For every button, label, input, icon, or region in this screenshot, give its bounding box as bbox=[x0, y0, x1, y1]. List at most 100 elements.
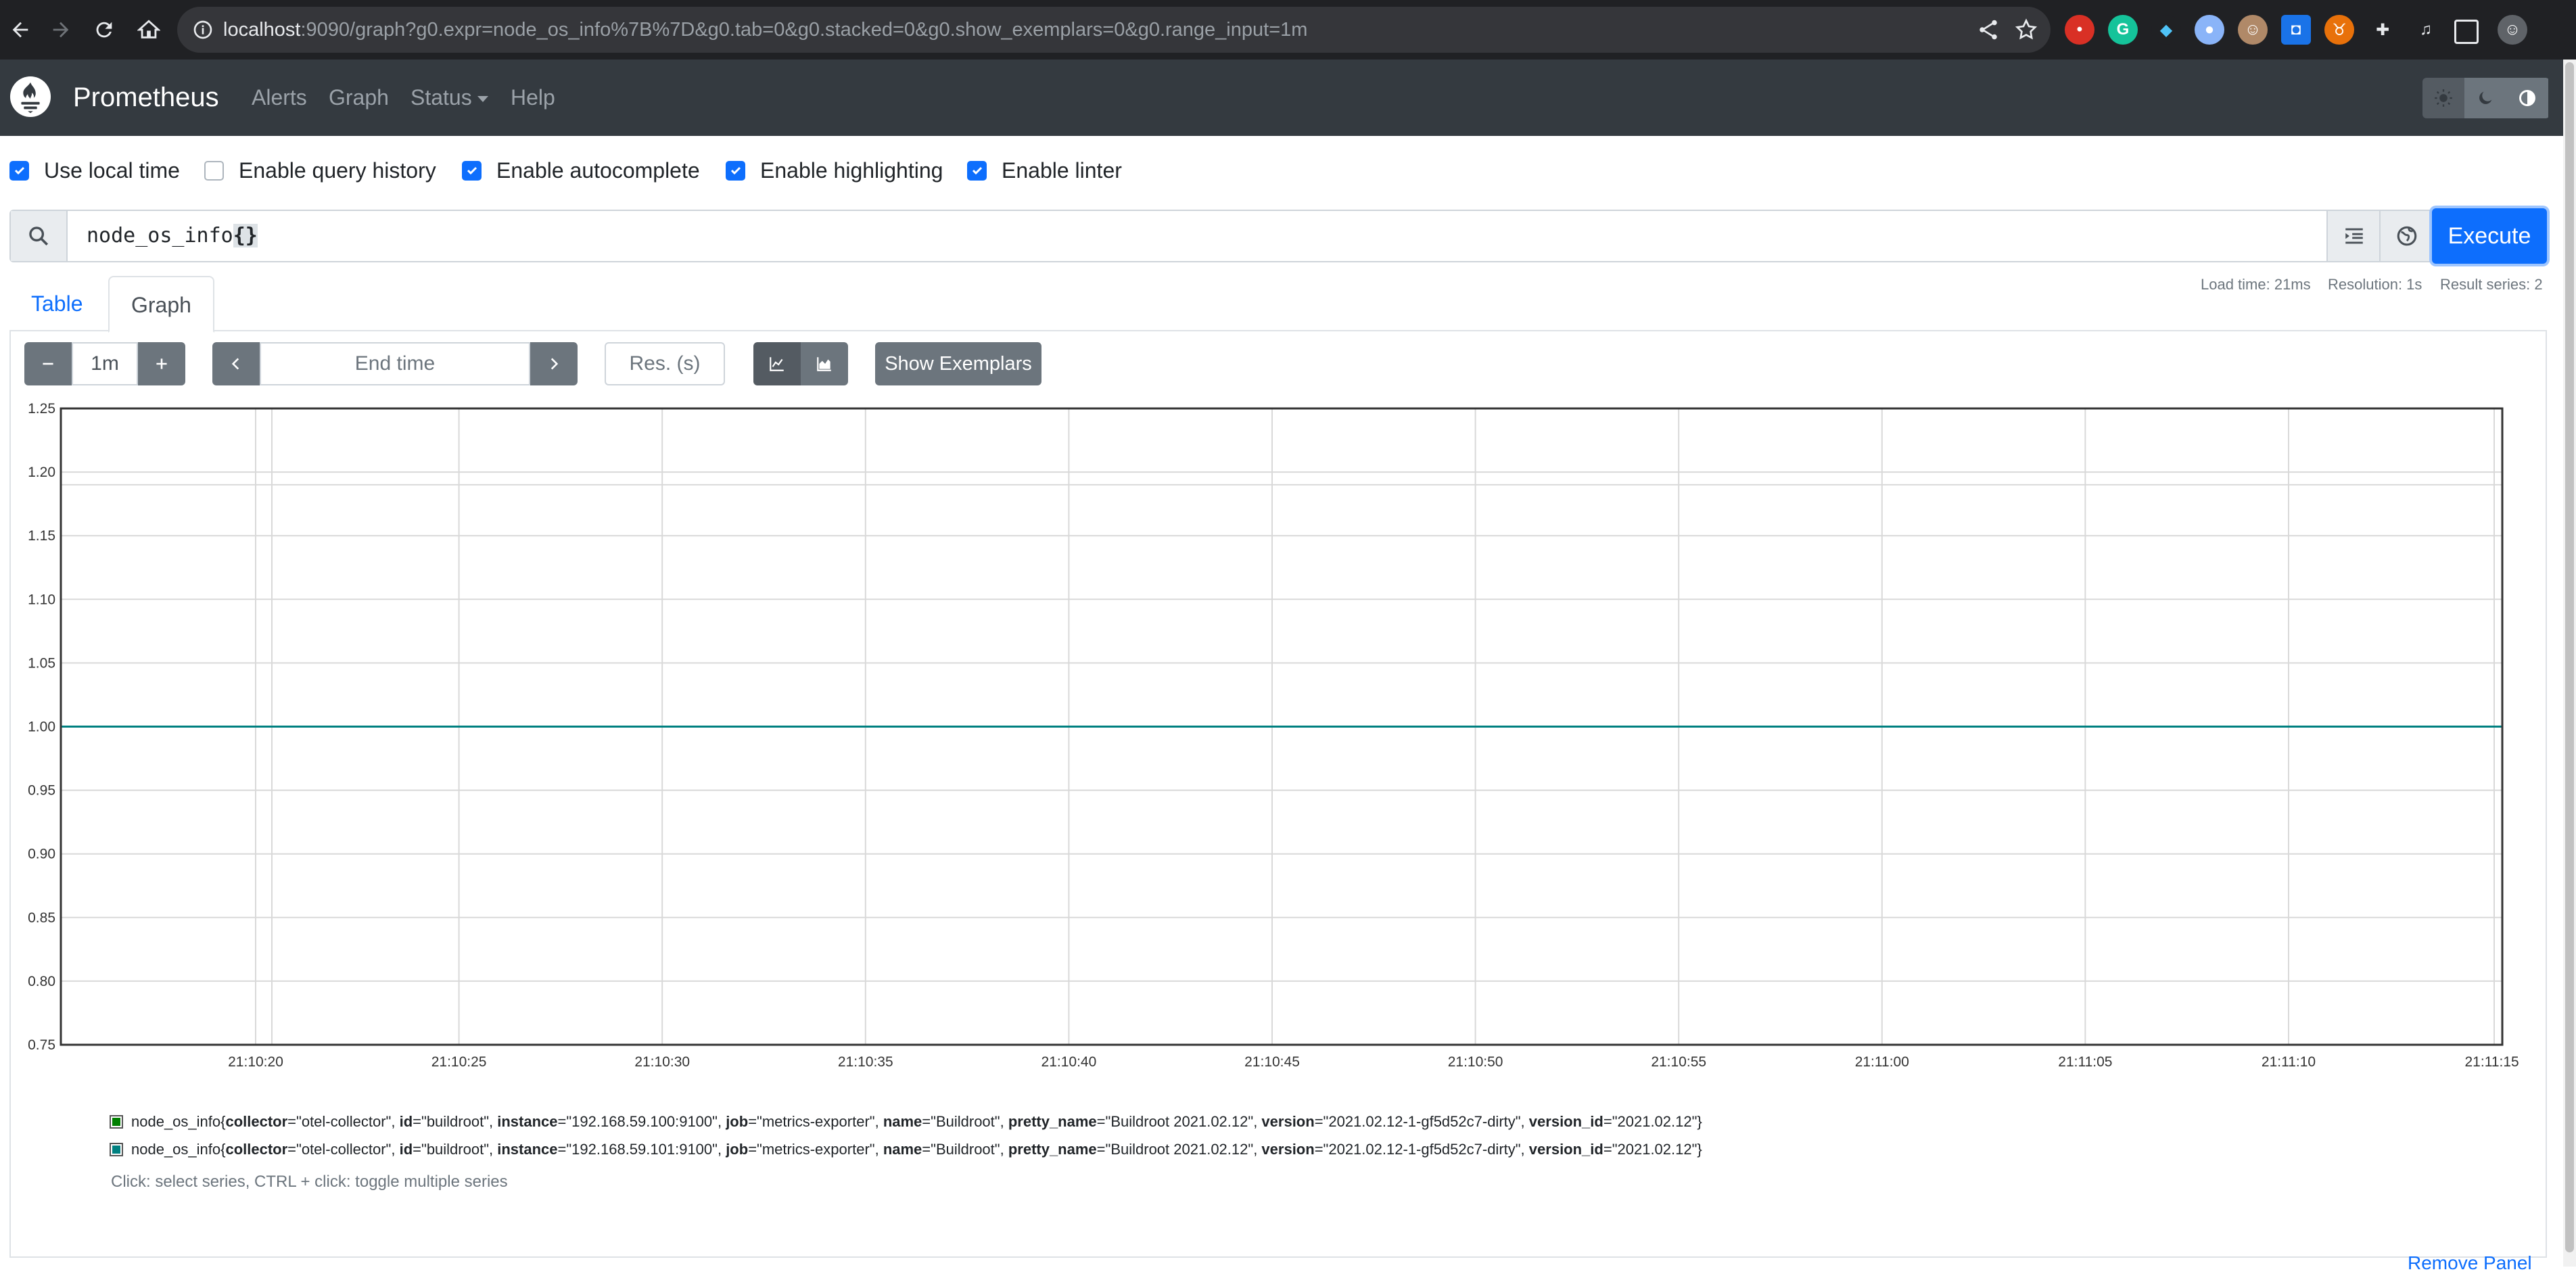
label-value: ="Buildroot", bbox=[922, 1113, 1008, 1130]
label-key: collector bbox=[225, 1141, 288, 1158]
tab-table[interactable]: Table bbox=[9, 276, 105, 331]
circle-ext-icon[interactable]: ● bbox=[2195, 15, 2224, 45]
next-time-button[interactable] bbox=[530, 342, 578, 385]
tab-graph[interactable]: Graph bbox=[108, 276, 214, 333]
search-icon bbox=[11, 211, 68, 261]
shield-ext-icon[interactable]: • bbox=[2065, 15, 2094, 45]
auto-theme-button[interactable] bbox=[2506, 78, 2548, 118]
label-value: ="192.168.59.101:9100", bbox=[557, 1141, 726, 1158]
scrollbar-thumb[interactable] bbox=[2565, 62, 2574, 1252]
nav-status[interactable]: Status bbox=[411, 60, 488, 136]
stacked-chart-button[interactable] bbox=[801, 342, 848, 385]
home-icon[interactable] bbox=[131, 12, 166, 47]
end-time-input[interactable]: End time bbox=[260, 342, 530, 385]
label-value: ="Buildroot 2021.02.12", bbox=[1096, 1141, 1262, 1158]
checkbox-unchecked-icon[interactable] bbox=[204, 160, 224, 181]
label-key: version bbox=[1261, 1113, 1315, 1130]
label-value: ="buildroot", bbox=[413, 1113, 498, 1130]
forward-icon[interactable] bbox=[43, 12, 78, 47]
page-scrollbar[interactable] bbox=[2563, 60, 2576, 1267]
option-label: Enable linter bbox=[1002, 158, 1122, 183]
option-enable-query-history[interactable]: Enable query history bbox=[204, 157, 436, 184]
x-tick-label: 21:10:55 bbox=[1651, 1054, 1706, 1068]
checkbox-checked-icon[interactable] bbox=[462, 160, 482, 181]
badge-ext-icon[interactable]: ◘ bbox=[2281, 15, 2311, 45]
avatar-ext-icon[interactable]: ☺ bbox=[2238, 15, 2268, 45]
option-label: Enable query history bbox=[239, 158, 436, 183]
previous-time-button[interactable] bbox=[212, 342, 260, 385]
share-icon[interactable] bbox=[1976, 18, 2000, 42]
legend-series-label: node_os_info{collector="otel-collector",… bbox=[131, 1138, 1702, 1161]
increase-range-button[interactable] bbox=[138, 342, 185, 385]
label-key: id bbox=[399, 1141, 413, 1158]
y-tick-label: 1.25 bbox=[28, 401, 55, 417]
legend-series-item[interactable]: node_os_info{collector="otel-collector",… bbox=[110, 1110, 1702, 1133]
sun-icon bbox=[2435, 89, 2452, 107]
range-input[interactable]: 1m bbox=[72, 342, 138, 385]
option-use-local-time[interactable]: Use local time bbox=[9, 157, 180, 184]
back-icon[interactable] bbox=[3, 12, 38, 47]
execute-button[interactable]: Execute bbox=[2432, 208, 2547, 264]
y-tick-label: 1.00 bbox=[28, 719, 55, 735]
x-tick-label: 21:10:30 bbox=[634, 1054, 690, 1068]
legend-hint: Click: select series, CTRL + click: togg… bbox=[111, 1173, 508, 1191]
series-color-swatch bbox=[110, 1143, 123, 1156]
x-tick-label: 21:11:15 bbox=[2465, 1054, 2519, 1068]
y-tick-label: 0.75 bbox=[28, 1037, 55, 1053]
dark-theme-button[interactable] bbox=[2464, 78, 2506, 118]
light-theme-button[interactable] bbox=[2422, 78, 2464, 118]
x-tick-label: 21:10:50 bbox=[1448, 1054, 1503, 1068]
legend-series-item[interactable]: node_os_info{collector="otel-collector",… bbox=[110, 1138, 1702, 1161]
option-enable-autocomplete[interactable]: Enable autocomplete bbox=[462, 157, 700, 184]
x-tick-label: 21:10:40 bbox=[1041, 1054, 1097, 1068]
puzzle-ext-icon[interactable]: ✚ bbox=[2368, 15, 2397, 45]
swatch-fill bbox=[112, 1146, 120, 1154]
checkbox-checked-icon[interactable] bbox=[726, 160, 745, 181]
expression-input[interactable]: node_os_info{} bbox=[87, 211, 258, 261]
option-enable-highlighting[interactable]: Enable highlighting bbox=[726, 157, 943, 184]
format-expression-button[interactable] bbox=[2326, 211, 2381, 261]
reload-icon[interactable] bbox=[87, 12, 122, 47]
label-key: name bbox=[883, 1141, 922, 1158]
label-value: ="otel-collector", bbox=[287, 1141, 400, 1158]
metrics-explorer-button[interactable] bbox=[2379, 211, 2433, 261]
x-tick-label: 21:10:25 bbox=[431, 1054, 487, 1068]
checkbox-checked-icon[interactable] bbox=[9, 160, 29, 181]
plus-icon bbox=[156, 358, 167, 369]
option-enable-linter[interactable]: Enable linter bbox=[967, 157, 1122, 184]
label-key: version bbox=[1261, 1141, 1315, 1158]
nav-help[interactable]: Help bbox=[511, 60, 555, 136]
sidepanel-icon[interactable] bbox=[2454, 20, 2479, 44]
bookmark-star-icon[interactable] bbox=[2014, 18, 2038, 42]
site-info-icon[interactable] bbox=[192, 19, 214, 41]
label-value: ="2021.02.12-1-gf5d52c7-dirty", bbox=[1314, 1141, 1529, 1158]
nav-graph[interactable]: Graph bbox=[329, 60, 389, 136]
label-key: job bbox=[726, 1141, 749, 1158]
x-tick-label: 21:10:20 bbox=[228, 1054, 283, 1068]
brand-title[interactable]: Prometheus bbox=[73, 60, 219, 136]
gem-ext-icon[interactable]: ◆ bbox=[2151, 15, 2181, 45]
checkbox-checked-icon[interactable] bbox=[967, 160, 987, 181]
nav-alerts[interactable]: Alerts bbox=[252, 60, 307, 136]
query-metric-text: node_os_info bbox=[87, 224, 233, 247]
result-series-stat: Result series: 2 bbox=[2440, 276, 2543, 293]
query-bar: node_os_info{} bbox=[9, 210, 2547, 262]
y-tick-label: 1.10 bbox=[28, 592, 55, 607]
media-ext-icon[interactable]: ♫ bbox=[2411, 15, 2441, 45]
decrease-range-button[interactable] bbox=[24, 342, 72, 385]
graph-chart[interactable]: 1.25 1.20 1.15 1.10 1.05 1.00 0.95 0.90 0.85 0.80… bbox=[0, 392, 2563, 1068]
line-chart-icon bbox=[770, 357, 784, 371]
remove-panel-link[interactable]: Remove Panel bbox=[2408, 1252, 2532, 1274]
label-value: ="2021.02.12-1-gf5d52c7-dirty", bbox=[1314, 1113, 1529, 1130]
show-exemplars-button[interactable]: Show Exemplars bbox=[875, 342, 1041, 385]
line-chart-button[interactable] bbox=[753, 342, 801, 385]
grammarly-ext-icon[interactable]: G bbox=[2108, 15, 2138, 45]
series-color-swatch bbox=[110, 1115, 123, 1129]
y-tick-label: 1.20 bbox=[28, 465, 55, 480]
bull-ext-icon[interactable]: ♉ bbox=[2324, 15, 2354, 45]
x-tick-label: 21:11:05 bbox=[2058, 1054, 2112, 1068]
resolution-input[interactable]: Res. (s) bbox=[605, 342, 725, 385]
prometheus-logo-icon[interactable] bbox=[9, 76, 51, 118]
address-bar[interactable]: localhost:9090/graph?g0.expr=node_os_inf… bbox=[177, 7, 2051, 53]
profile-avatar-icon[interactable]: ☺ bbox=[2498, 15, 2527, 45]
